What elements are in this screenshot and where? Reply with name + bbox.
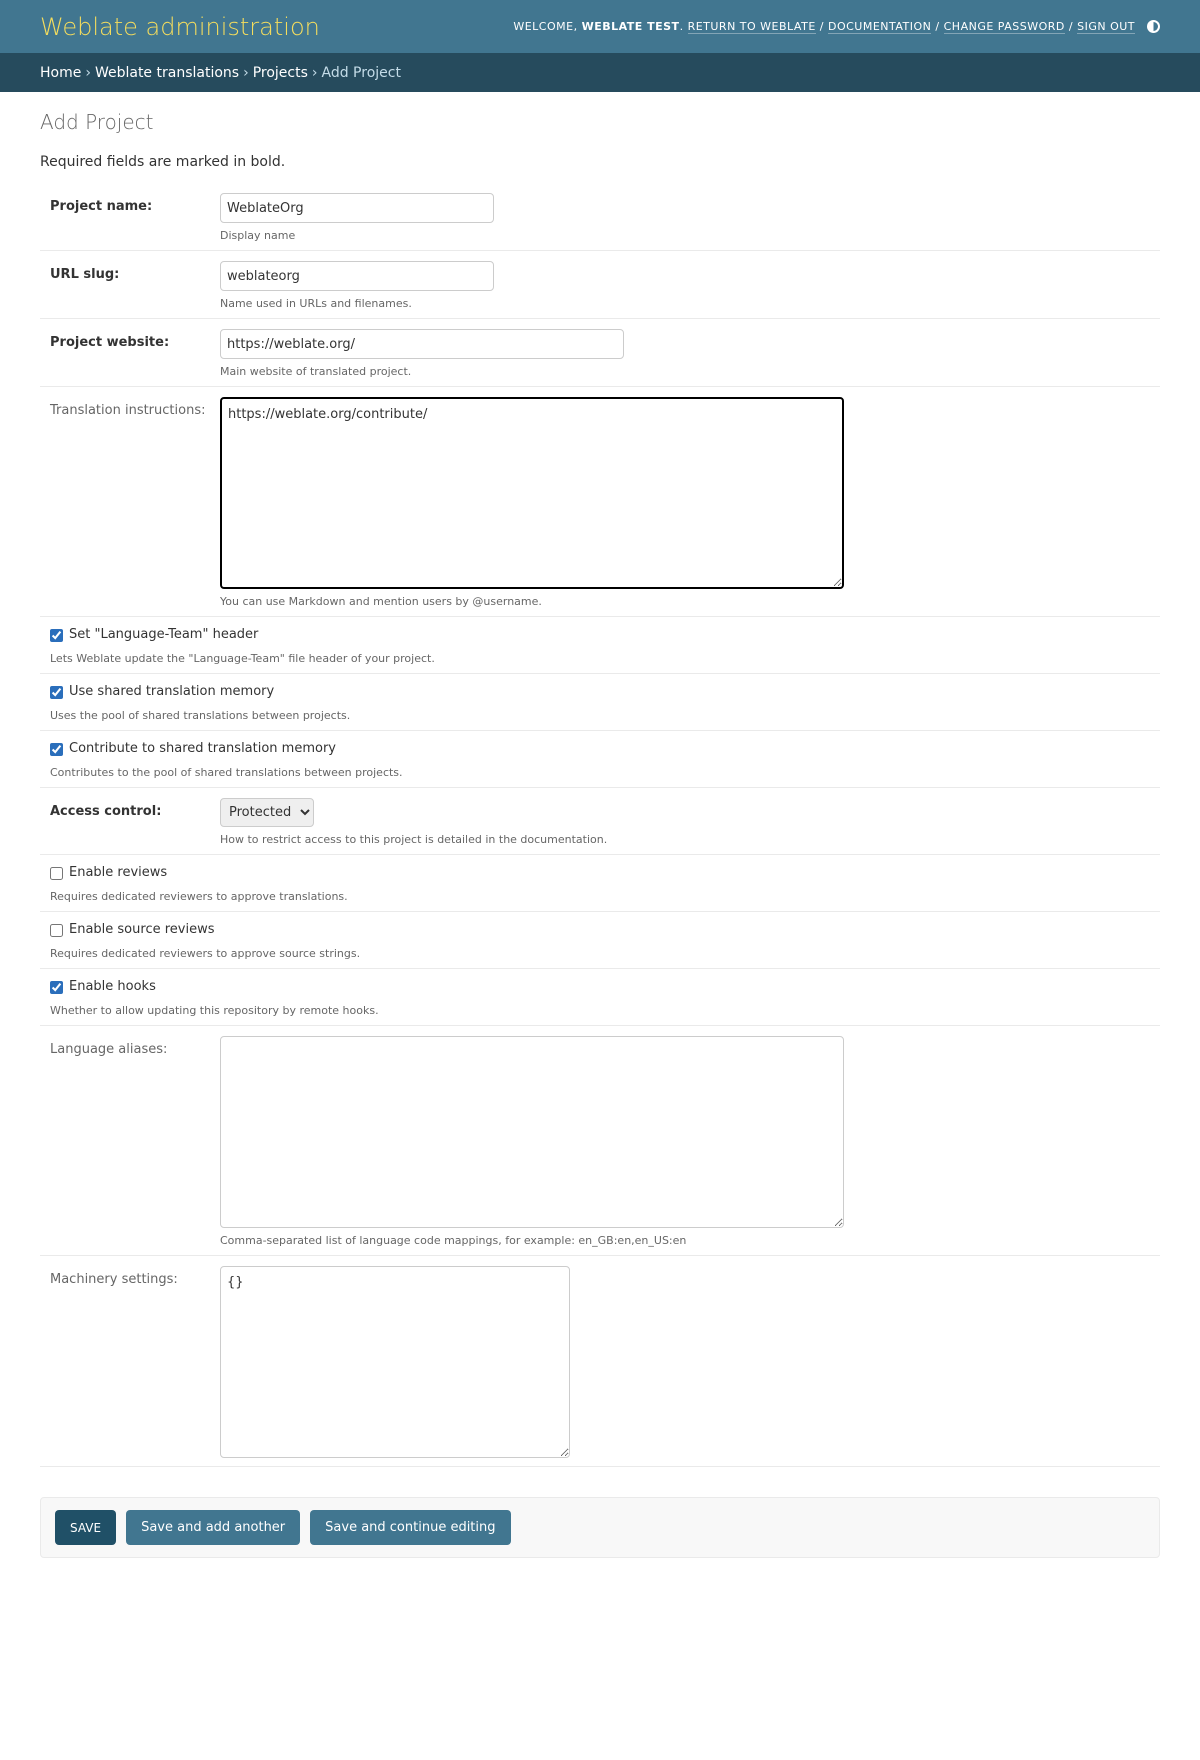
language-team-help: Lets Weblate update the "Language-Team" … <box>50 652 435 665</box>
page-title: Add Project <box>40 110 154 134</box>
contribute-shared-tm-option[interactable]: Contribute to shared translation memory <box>50 741 1150 756</box>
sign-out-link[interactable]: SIGN OUT <box>1077 20 1135 34</box>
contribute-shared-tm-help: Contributes to the pool of shared transl… <box>50 766 403 779</box>
enable-hooks-option[interactable]: Enable hooks <box>50 979 1150 994</box>
breadcrumb-separator: › <box>311 64 318 81</box>
form-row-enable-reviews: Enable reviews Requires dedicated review… <box>40 855 1160 912</box>
language-team-label: Set "Language-Team" header <box>69 627 259 642</box>
breadcrumb-current: Add Project <box>321 64 401 81</box>
access-control-select[interactable]: Protected <box>220 798 314 827</box>
use-shared-tm-checkbox[interactable] <box>50 686 63 699</box>
enable-reviews-help: Requires dedicated reviewers to approve … <box>50 890 348 903</box>
project-name-help: Display name <box>220 229 296 242</box>
contrast-icon[interactable] <box>1147 20 1160 33</box>
translation-instructions-label: Translation instructions: <box>50 403 206 418</box>
enable-hooks-help: Whether to allow updating this repositor… <box>50 1004 379 1017</box>
separator: / <box>1068 20 1074 33</box>
save-and-continue-button[interactable]: Save and continue editing <box>310 1510 511 1545</box>
enable-source-reviews-option[interactable]: Enable source reviews <box>50 922 1150 937</box>
form-row-enable-hooks: Enable hooks Whether to allow updating t… <box>40 969 1160 1026</box>
separator: / <box>819 20 824 33</box>
language-team-checkbox[interactable] <box>50 629 63 642</box>
language-team-option[interactable]: Set "Language-Team" header <box>50 627 1150 642</box>
translation-instructions-help: You can use Markdown and mention users b… <box>220 595 542 608</box>
url-slug-label: URL slug: <box>50 267 120 282</box>
breadcrumb: Home › Weblate translations › Projects ›… <box>0 53 1200 92</box>
welcome-text: WELCOME, <box>513 20 578 33</box>
language-aliases-help: Comma-separated list of language code ma… <box>220 1234 687 1247</box>
translation-instructions-textarea[interactable]: https://weblate.org/contribute/ <box>220 397 844 589</box>
form-row-project-name: Project name: Display name <box>40 183 1160 251</box>
save-button[interactable]: SAVE <box>55 1510 117 1545</box>
use-shared-tm-label: Use shared translation memory <box>69 684 275 699</box>
enable-reviews-option[interactable]: Enable reviews <box>50 865 1150 880</box>
form-row-translation-instructions: Translation instructions: https://weblat… <box>40 387 1160 617</box>
project-name-input[interactable] <box>220 193 494 223</box>
project-name-label: Project name: <box>50 199 153 214</box>
url-slug-input[interactable] <box>220 261 494 291</box>
enable-source-reviews-label: Enable source reviews <box>69 922 215 937</box>
enable-source-reviews-checkbox[interactable] <box>50 924 63 937</box>
project-website-help: Main website of translated project. <box>220 365 412 378</box>
access-control-help: How to restrict access to this project i… <box>220 833 608 846</box>
project-website-input[interactable] <box>220 329 624 359</box>
breadcrumb-separator: › <box>85 64 91 81</box>
save-and-add-another-button[interactable]: Save and add another <box>126 1510 301 1545</box>
form-row-machinery-settings: Machinery settings: {} <box>40 1256 1160 1467</box>
breadcrumb-projects[interactable]: Projects <box>253 65 308 81</box>
user-tools: WELCOME, WEBLATE TEST. RETURN TO WEBLATE… <box>513 20 1160 34</box>
language-aliases-textarea[interactable] <box>220 1036 844 1228</box>
enable-reviews-label: Enable reviews <box>69 865 168 880</box>
required-note: Required fields are marked in bold. <box>40 154 286 170</box>
form-row-contribute-shared-tm: Contribute to shared translation memory … <box>40 731 1160 788</box>
submit-row: SAVE Save and add another Save and conti… <box>40 1497 1160 1558</box>
form-row-url-slug: URL slug: Name used in URLs and filename… <box>40 251 1160 319</box>
main-content: Add Project Required fields are marked i… <box>0 92 1200 1558</box>
form-row-project-website: Project website: Main website of transla… <box>40 319 1160 387</box>
use-shared-tm-help: Uses the pool of shared translations bet… <box>50 709 351 722</box>
admin-header: Weblate administration WELCOME, WEBLATE … <box>0 0 1200 53</box>
separator: / <box>935 20 940 33</box>
site-branding[interactable]: Weblate administration <box>40 13 320 41</box>
username: WEBLATE TEST <box>581 20 680 33</box>
contribute-shared-tm-label: Contribute to shared translation memory <box>69 741 336 756</box>
form-row-use-shared-tm: Use shared translation memory Uses the p… <box>40 674 1160 731</box>
project-website-label: Project website: <box>50 335 170 350</box>
form-row-access-control: Access control: Protected How to restric… <box>40 788 1160 855</box>
machinery-settings-label: Machinery settings: <box>50 1272 178 1287</box>
return-to-weblate-link[interactable]: RETURN TO WEBLATE <box>687 20 816 34</box>
url-slug-help: Name used in URLs and filenames. <box>220 297 412 310</box>
access-control-label: Access control: <box>50 804 162 819</box>
change-password-link[interactable]: CHANGE PASSWORD <box>943 20 1065 34</box>
form-row-enable-source-reviews: Enable source reviews Requires dedicated… <box>40 912 1160 969</box>
form-row-language-team: Set "Language-Team" header Lets Weblate … <box>40 617 1160 674</box>
enable-hooks-checkbox[interactable] <box>50 981 63 994</box>
enable-hooks-label: Enable hooks <box>69 979 156 994</box>
breadcrumb-separator: › <box>243 64 249 81</box>
enable-reviews-checkbox[interactable] <box>50 867 63 880</box>
form-row-language-aliases: Language aliases: Comma-separated list o… <box>40 1026 1160 1256</box>
breadcrumb-home[interactable]: Home <box>40 65 81 81</box>
use-shared-tm-option[interactable]: Use shared translation memory <box>50 684 1150 699</box>
machinery-settings-textarea[interactable]: {} <box>220 1266 570 1458</box>
breadcrumb-weblate-translations[interactable]: Weblate translations <box>95 65 239 81</box>
enable-source-reviews-help: Requires dedicated reviewers to approve … <box>50 947 361 960</box>
documentation-link[interactable]: DOCUMENTATION <box>827 20 932 34</box>
language-aliases-label: Language aliases: <box>50 1042 168 1057</box>
contribute-shared-tm-checkbox[interactable] <box>50 743 63 756</box>
